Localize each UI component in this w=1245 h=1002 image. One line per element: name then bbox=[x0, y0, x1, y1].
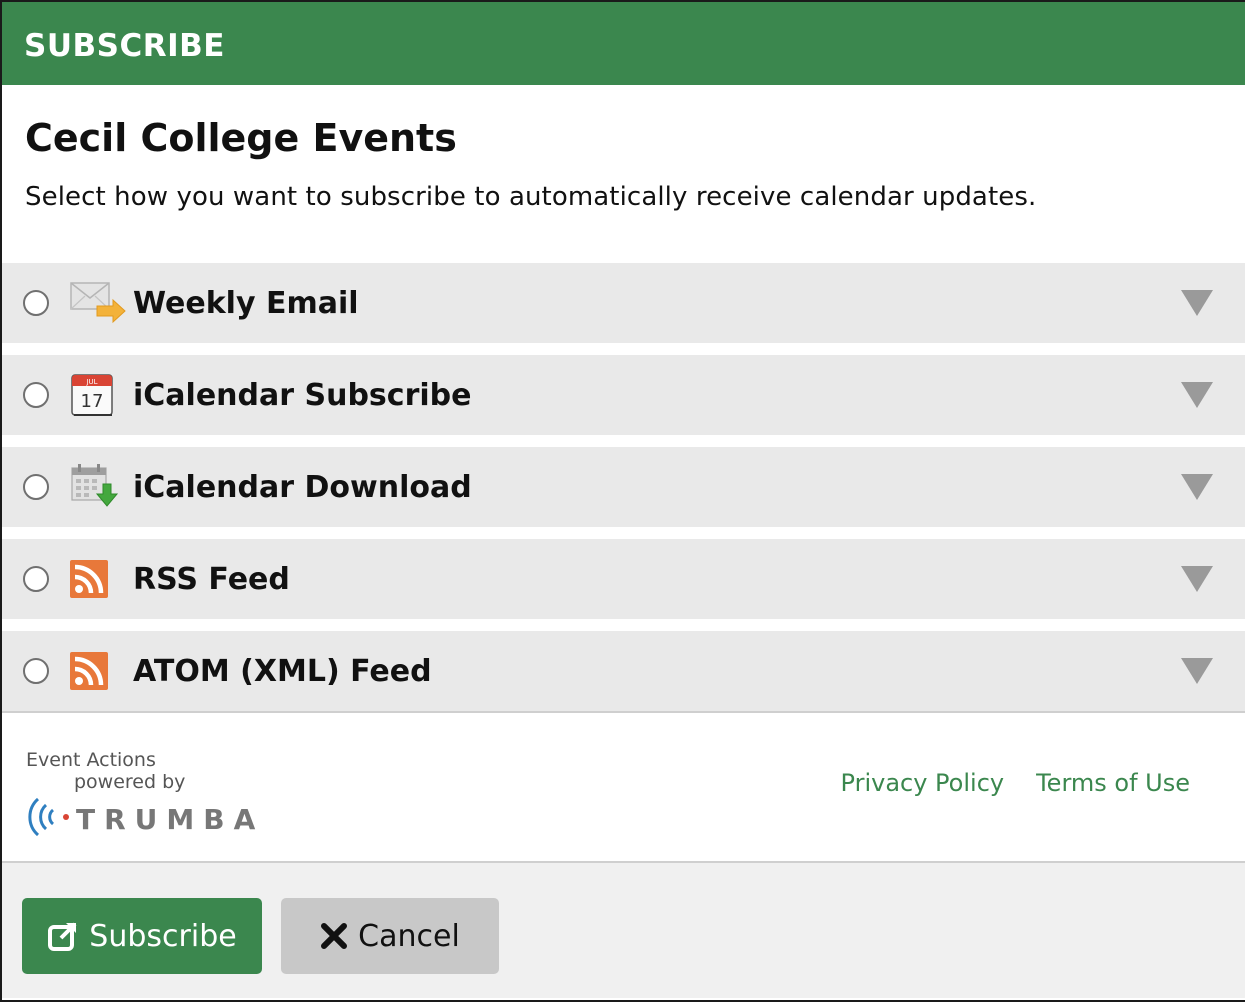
calendar-date-icon: JUL 17 bbox=[69, 370, 127, 420]
chevron-down-icon[interactable] bbox=[1181, 474, 1213, 500]
option-label: iCalendar Subscribe bbox=[133, 377, 472, 413]
privacy-policy-link[interactable]: Privacy Policy bbox=[841, 769, 1005, 797]
cancel-button[interactable]: Cancel bbox=[281, 898, 499, 974]
calendar-icon-month: JUL bbox=[85, 378, 97, 386]
terms-of-use-link[interactable]: Terms of Use bbox=[1036, 769, 1190, 797]
subscribe-button[interactable]: Subscribe bbox=[22, 898, 262, 974]
dialog-footer: Event Actions powered by TRUMBA Privacy … bbox=[2, 711, 1245, 863]
radio-rss-feed[interactable] bbox=[23, 566, 49, 592]
calendar-name: Cecil College Events bbox=[25, 116, 457, 160]
calendar-download-icon bbox=[69, 462, 127, 512]
close-icon bbox=[320, 922, 348, 950]
intro-section: Cecil College Events Select how you want… bbox=[2, 85, 1245, 263]
radio-weekly-email[interactable] bbox=[23, 290, 49, 316]
cancel-button-label: Cancel bbox=[358, 918, 460, 954]
trumba-logo-text: TRUMBA bbox=[76, 802, 265, 836]
rss-icon bbox=[69, 554, 127, 604]
chevron-down-icon[interactable] bbox=[1181, 382, 1213, 408]
chevron-down-icon[interactable] bbox=[1181, 566, 1213, 592]
radio-icalendar-subscribe[interactable] bbox=[23, 382, 49, 408]
rss-icon bbox=[69, 646, 127, 696]
footer-links: Privacy Policy Terms of Use bbox=[841, 769, 1190, 797]
calendar-icon-day: 17 bbox=[81, 391, 104, 412]
subscribe-options: Weekly Email JUL 17 iCalendar Subscribe bbox=[2, 263, 1245, 711]
subscribe-button-label: Subscribe bbox=[89, 918, 237, 954]
instructions-text: Select how you want to subscribe to auto… bbox=[25, 182, 1037, 212]
option-icalendar-download[interactable]: iCalendar Download bbox=[2, 447, 1245, 527]
chevron-down-icon[interactable] bbox=[1181, 658, 1213, 684]
option-label: ATOM (XML) Feed bbox=[133, 653, 432, 689]
option-label: Weekly Email bbox=[133, 285, 359, 321]
option-icalendar-subscribe[interactable]: JUL 17 iCalendar Subscribe bbox=[2, 355, 1245, 435]
radio-icalendar-download[interactable] bbox=[23, 474, 49, 500]
radio-atom-feed[interactable] bbox=[23, 658, 49, 684]
action-bar: Subscribe Cancel bbox=[2, 863, 1245, 998]
event-actions-label: Event Actions bbox=[26, 749, 156, 771]
option-rss-feed[interactable]: RSS Feed bbox=[2, 539, 1245, 619]
dialog-title: SUBSCRIBE bbox=[24, 27, 225, 64]
powered-by-label: powered by bbox=[74, 771, 186, 793]
option-atom-feed[interactable]: ATOM (XML) Feed bbox=[2, 631, 1245, 711]
chevron-down-icon[interactable] bbox=[1181, 290, 1213, 316]
email-arrow-icon bbox=[69, 278, 127, 328]
option-weekly-email[interactable]: Weekly Email bbox=[2, 263, 1245, 343]
dialog-header: SUBSCRIBE bbox=[2, 2, 1245, 85]
option-label: iCalendar Download bbox=[133, 469, 472, 505]
trumba-branding[interactable]: Event Actions powered by TRUMBA bbox=[26, 749, 264, 843]
subscribe-dialog: SUBSCRIBE Cecil College Events Select ho… bbox=[0, 0, 1245, 1002]
external-link-icon bbox=[47, 920, 79, 952]
trumba-signal-icon bbox=[26, 795, 72, 843]
option-label: RSS Feed bbox=[133, 561, 290, 597]
